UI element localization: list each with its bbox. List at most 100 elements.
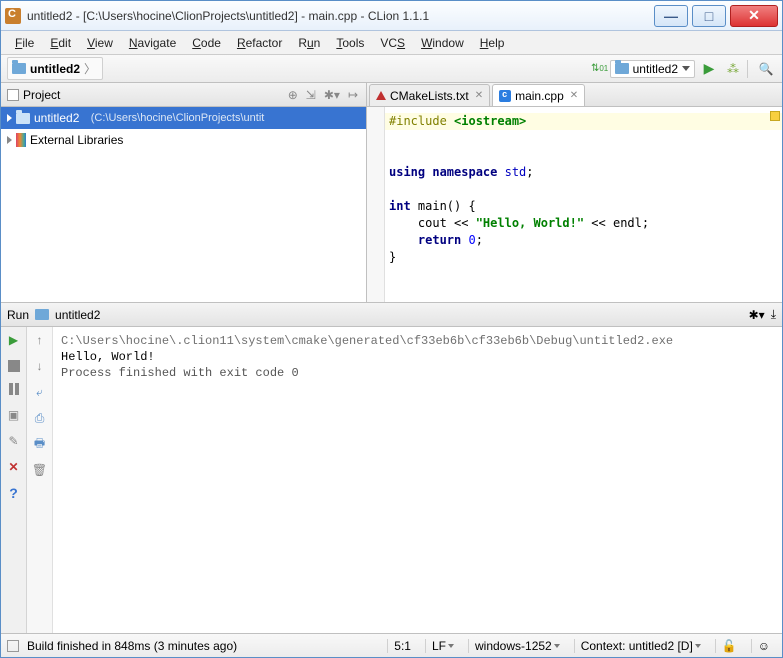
code-text: cout << [389, 216, 476, 230]
code-text: << endl; [584, 216, 649, 230]
code-text: #include [389, 114, 454, 128]
tab-main-cpp[interactable]: main.cpp ✕ [492, 84, 585, 106]
menu-help[interactable]: Help [474, 34, 511, 52]
folder-icon [16, 113, 30, 124]
app-icon [5, 8, 21, 24]
code-text: 0 [468, 233, 475, 247]
expand-icon[interactable] [7, 136, 12, 144]
code-text: std [505, 165, 527, 179]
search-button[interactable]: 🔍 [756, 59, 776, 79]
close-tab-icon[interactable]: ✕ [570, 90, 578, 101]
down-button[interactable]: ↓ [31, 357, 49, 375]
expand-icon[interactable] [7, 114, 12, 122]
warning-indicator[interactable] [770, 111, 780, 121]
code-text: "Hello, World!" [476, 216, 584, 230]
status-icon[interactable] [7, 640, 19, 652]
tree-root-path: (C:\Users\hocine\ClionProjects\untit [91, 112, 265, 124]
code-text: int [389, 199, 418, 213]
run-tool-window: Run untitled2 ✱▾ ⤓ ▶ ▣ ✎ ✕ ? ↑ ↓ ⤶ ⎙ 🖶 [1, 303, 782, 633]
menu-window[interactable]: Window [415, 34, 470, 52]
menu-run[interactable]: Run [292, 34, 326, 52]
breadcrumb[interactable]: untitled2 〉 [7, 57, 103, 80]
scroll-end-button[interactable]: ⎙ [31, 409, 49, 427]
editor-area: CMakeLists.txt ✕ main.cpp ✕ #include <io… [367, 83, 782, 302]
run-settings-icon[interactable]: ✱▾ [749, 308, 765, 322]
title-bar: untitled2 - [C:\Users\hocine\ClionProjec… [1, 1, 782, 31]
folder-icon [615, 63, 629, 74]
menu-view[interactable]: View [81, 34, 119, 52]
up-button[interactable]: ↑ [31, 331, 49, 349]
settings-icon[interactable]: ✱▾ [322, 88, 342, 102]
cpp-icon [499, 90, 511, 102]
code-text: main() { [418, 199, 476, 213]
run-config-selector[interactable]: untitled2 [610, 60, 695, 78]
minimize-button[interactable]: — [654, 5, 688, 27]
close-tab-icon[interactable]: ✕ [475, 90, 483, 101]
maximize-button[interactable]: □ [692, 5, 726, 27]
status-lock-icon[interactable]: 🔓 [715, 639, 743, 653]
status-context[interactable]: Context: untitled2 [D] [574, 639, 707, 653]
sync-icon[interactable]: ⇅01 [590, 59, 610, 79]
menu-navigate[interactable]: Navigate [123, 34, 182, 52]
library-icon [16, 133, 26, 147]
menu-vcs[interactable]: VCS [374, 34, 411, 52]
code-text: <iostream> [454, 114, 526, 128]
status-hector-icon[interactable]: ☺ [751, 639, 776, 653]
hide-panel-icon[interactable]: ↦ [346, 88, 360, 102]
menu-refactor[interactable]: Refactor [231, 34, 288, 52]
exit-button[interactable]: ▣ [5, 406, 23, 424]
status-position[interactable]: 5:1 [387, 639, 417, 653]
nav-toolbar: untitled2 〉 ⇅01 untitled2 ▶ ⁂ 🔍 [1, 55, 782, 83]
menu-tools[interactable]: Tools [330, 34, 370, 52]
breadcrumb-label: untitled2 [30, 62, 80, 76]
help-button[interactable]: ? [5, 484, 23, 502]
close-button[interactable]: ✕ [730, 5, 778, 27]
dump-button[interactable]: ✎ [5, 432, 23, 450]
tab-label: main.cpp [515, 89, 564, 103]
run-hide-icon[interactable]: ⤓ [771, 307, 776, 322]
project-tree: untitled2 (C:\Users\hocine\ClionProjects… [1, 107, 366, 302]
locate-icon[interactable]: ⊕ [286, 88, 300, 102]
soft-wrap-button[interactable]: ⤶ [31, 383, 49, 401]
menu-bar: File Edit View Navigate Code Refactor Ru… [1, 31, 782, 55]
tree-external-libs[interactable]: External Libraries [1, 129, 366, 151]
menu-code[interactable]: Code [186, 34, 227, 52]
status-encoding[interactable]: windows-1252 [468, 639, 566, 653]
stop-button[interactable] [8, 360, 20, 372]
project-panel: Project ⊕ ⇲ ✱▾ ↦ untitled2 (C:\Users\hoc… [1, 83, 367, 302]
tree-extlib-label: External Libraries [30, 133, 123, 147]
print-button[interactable]: 🖶 [31, 435, 49, 453]
run-config-label: untitled2 [633, 62, 678, 76]
tree-root[interactable]: untitled2 (C:\Users\hocine\ClionProjects… [1, 107, 366, 129]
status-line-separator[interactable]: LF [425, 639, 460, 653]
debug-button[interactable]: ⁂ [723, 59, 743, 79]
run-toolbar-left: ▶ ▣ ✎ ✕ ? [1, 327, 27, 633]
editor-tabs: CMakeLists.txt ✕ main.cpp ✕ [367, 83, 782, 107]
tab-label: CMakeLists.txt [390, 89, 469, 103]
project-panel-title: Project [23, 88, 282, 102]
rerun-button[interactable]: ▶ [5, 331, 23, 349]
code-text: return [389, 233, 468, 247]
status-bar: Build finished in 848ms (3 minutes ago) … [1, 633, 782, 657]
panel-icon[interactable] [7, 89, 19, 101]
editor-gutter [367, 107, 385, 302]
console-line: Hello, World! [61, 349, 774, 365]
run-toolbar-right: ↑ ↓ ⤶ ⎙ 🖶 🗑 [27, 327, 53, 633]
console-output[interactable]: C:\Users\hocine\.clion11\system\cmake\ge… [53, 327, 782, 633]
tree-root-label: untitled2 [34, 111, 79, 125]
menu-edit[interactable]: Edit [44, 34, 77, 52]
cmake-icon [376, 91, 386, 100]
clear-button[interactable]: 🗑 [31, 461, 49, 479]
folder-icon [35, 309, 49, 320]
run-header: Run untitled2 ✱▾ ⤓ [1, 303, 782, 327]
menu-file[interactable]: File [9, 34, 40, 52]
code-editor[interactable]: #include <iostream> using namespace std;… [367, 107, 782, 302]
collapse-icon[interactable]: ⇲ [304, 88, 318, 102]
run-button[interactable]: ▶ [699, 59, 719, 79]
pause-button[interactable] [5, 380, 23, 398]
code-text: } [389, 250, 396, 264]
tab-cmakelists[interactable]: CMakeLists.txt ✕ [369, 84, 490, 106]
window-title: untitled2 - [C:\Users\hocine\ClionProjec… [27, 9, 650, 23]
close-run-button[interactable]: ✕ [5, 458, 23, 476]
run-header-label: Run [7, 308, 29, 322]
